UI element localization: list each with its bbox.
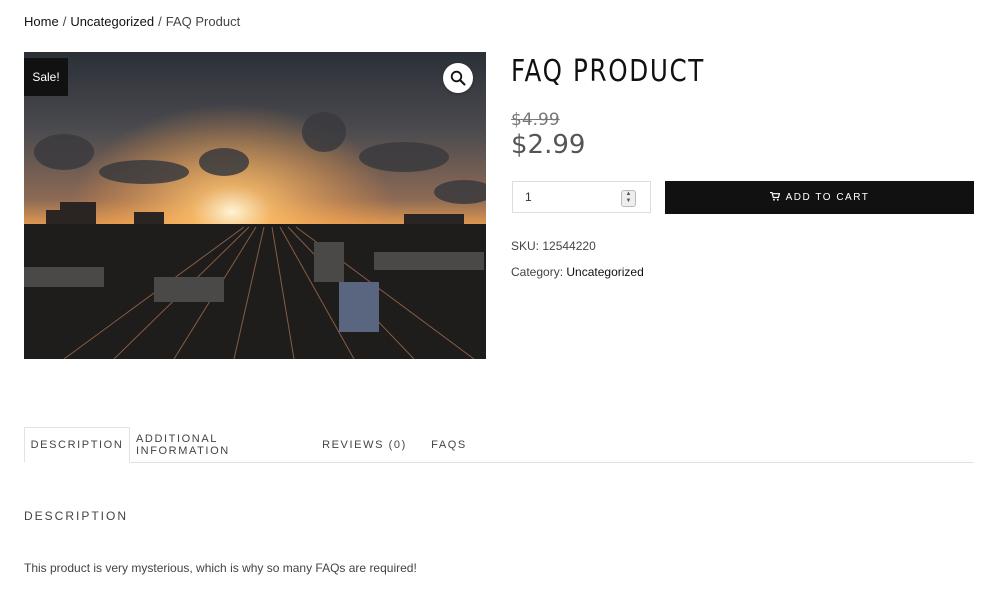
sku-value: 12544220 — [542, 239, 596, 253]
breadcrumb-category-link[interactable]: Uncategorized — [70, 14, 154, 29]
product-tabs: DESCRIPTION ADDITIONAL INFORMATION REVIE… — [24, 427, 974, 463]
category-link[interactable]: Uncategorized — [566, 265, 643, 279]
add-to-cart-label: ADD TO CART — [785, 192, 870, 203]
product-image[interactable] — [24, 52, 486, 359]
breadcrumb-home-link[interactable]: Home — [24, 14, 59, 29]
railyard-sunset-photo — [24, 52, 486, 359]
cart-icon — [769, 191, 780, 204]
sale-price: $2.99 — [511, 130, 586, 160]
sku-label: SKU: — [511, 239, 540, 253]
tab-reviews[interactable]: REVIEWS (0) — [322, 427, 407, 462]
quantity-input[interactable]: 1 ▲ ▼ — [512, 181, 651, 213]
breadcrumb: Home / Uncategorized / FAQ Product — [24, 14, 240, 29]
breadcrumb-separator: / — [62, 14, 67, 29]
sku-meta: SKU: 12544220 — [511, 239, 596, 253]
magnifier-icon — [450, 70, 466, 86]
regular-price: $4.99 — [511, 110, 560, 130]
product-title: FAQ PRODUCT — [511, 54, 705, 89]
quantity-stepper[interactable]: ▲ ▼ — [621, 190, 636, 207]
breadcrumb-separator: / — [158, 14, 162, 29]
quantity-value: 1 — [525, 190, 532, 204]
category-label: Category: — [511, 265, 564, 279]
category-meta: Category: Uncategorized — [511, 265, 644, 279]
sale-badge: Sale! — [24, 58, 68, 96]
description-heading: DESCRIPTION — [24, 509, 129, 523]
breadcrumb-current: FAQ Product — [165, 14, 241, 29]
description-text: This product is very mysterious, which i… — [24, 561, 417, 575]
zoom-button[interactable] — [443, 63, 473, 93]
tab-description[interactable]: DESCRIPTION — [24, 427, 130, 463]
tab-faqs[interactable]: FAQS — [424, 427, 474, 462]
add-to-cart-button[interactable]: ADD TO CART — [665, 181, 974, 214]
tab-additional-information[interactable]: ADDITIONAL INFORMATION — [136, 427, 304, 462]
